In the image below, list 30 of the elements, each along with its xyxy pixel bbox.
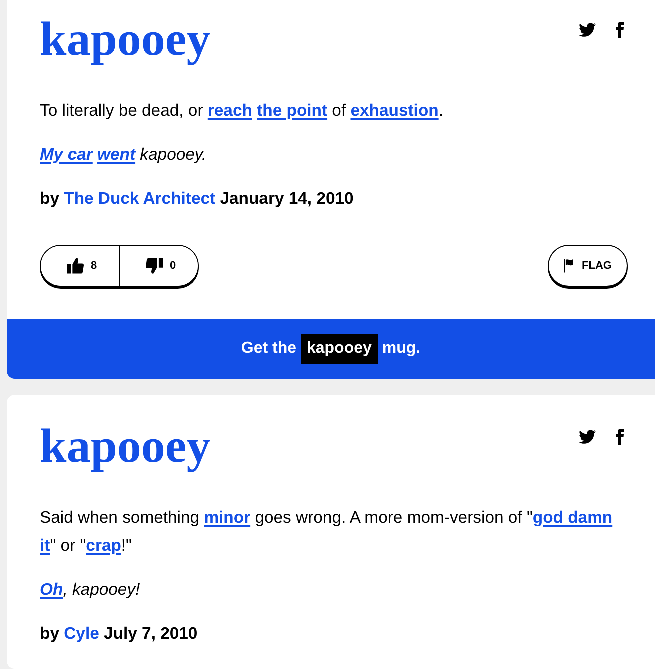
example-text: Oh, kapooey! — [40, 579, 142, 601]
definition-text: To literally be dead, or reach the point of exhaustion. — [40, 100, 444, 122]
thumbs-up-icon — [66, 258, 84, 274]
word-title[interactable]: kapooey — [40, 11, 211, 69]
bird-icon[interactable] — [579, 430, 596, 444]
example-link[interactable]: Oh — [40, 580, 64, 599]
f-logo-icon[interactable] — [616, 429, 624, 445]
definition-link[interactable]: god damn — [532, 508, 613, 527]
definition-link[interactable]: exhaustion — [350, 101, 439, 120]
word-title[interactable]: kapooey — [40, 418, 211, 476]
flag-icon — [564, 259, 574, 273]
definition-link[interactable]: it — [40, 536, 50, 555]
definition-link[interactable]: the point — [257, 101, 328, 120]
definition-text: Said when something minor goes wrong. A more mom-version of "god damn it" or "crap!" — [40, 507, 614, 557]
definition-link[interactable]: crap — [86, 536, 122, 555]
author-link[interactable]: The Duck Architect — [64, 189, 216, 208]
downvote-button[interactable]: 0 — [119, 246, 198, 286]
definition-link[interactable]: minor — [204, 508, 251, 527]
f-logo-icon[interactable] — [616, 22, 624, 38]
example-link[interactable]: My car — [40, 145, 93, 164]
bird-icon[interactable] — [579, 23, 596, 37]
example-text: My car went kapooey. — [40, 144, 208, 166]
flag-button[interactable]: FLAG — [548, 245, 628, 287]
mug-promo-banner[interactable]: Get the kapooey mug. — [7, 319, 655, 379]
byline-text: by Cyle July 7, 2010 — [40, 623, 199, 645]
thumbs-down-icon — [146, 258, 163, 274]
byline-text: by The Duck Architect January 14, 2010 — [40, 188, 355, 210]
author-link[interactable]: Cyle — [64, 624, 100, 643]
definition-link[interactable]: reach — [208, 101, 252, 120]
example-link[interactable]: went — [98, 145, 136, 164]
